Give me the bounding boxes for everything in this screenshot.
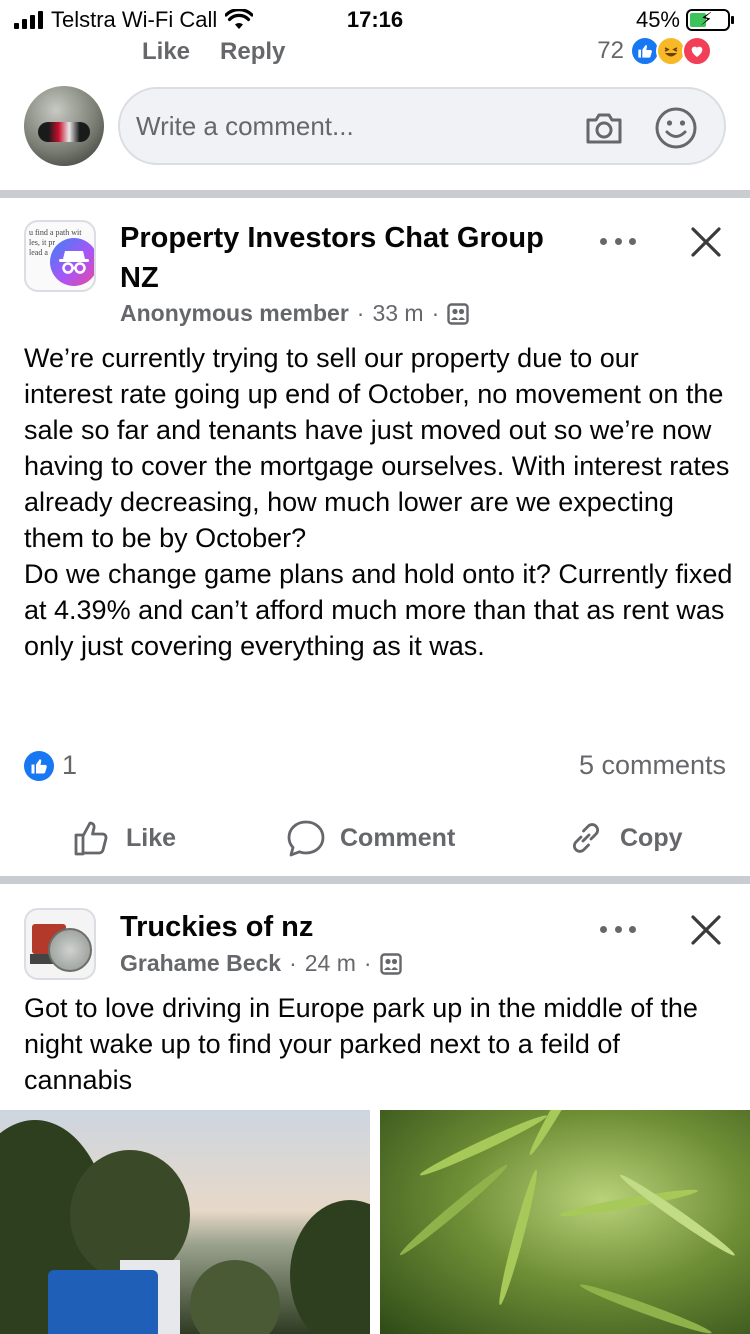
post-body: Got to love driving in Europe park up in… <box>24 993 706 1095</box>
link-icon <box>573 823 599 853</box>
group-avatar[interactable]: u find a path wit les, it pr lead a <box>24 220 96 292</box>
thumbs-up-icon <box>74 821 108 856</box>
post-author[interactable]: Grahame Beck <box>120 950 281 977</box>
status-right: 45% ⚡ <box>635 7 734 33</box>
more-options-icon[interactable] <box>600 238 636 248</box>
group-name[interactable]: Truckies of nz <box>120 907 313 947</box>
leaf-shape <box>495 1168 542 1307</box>
feed-divider <box>0 190 750 198</box>
previous-comment-actions: Like Reply <box>142 38 285 66</box>
comment-button[interactable]: Comment <box>286 808 455 868</box>
close-icon[interactable] <box>689 225 723 259</box>
close-icon[interactable] <box>689 913 723 947</box>
meta-separator: · <box>356 300 365 326</box>
comment-reply-button[interactable]: Reply <box>220 38 285 66</box>
post-stats: 1 5 comments <box>24 750 726 781</box>
post-time[interactable]: 33 m <box>372 300 423 327</box>
comment-bubble-icon <box>287 820 325 857</box>
post-meta: Anonymous member · 33 m · <box>120 300 469 327</box>
love-reaction-icon <box>682 36 712 66</box>
post-time[interactable]: 24 m <box>305 950 356 977</box>
reactions-summary[interactable]: 1 <box>24 750 77 781</box>
meta-separator: · <box>289 950 297 976</box>
comment-input-wrapper[interactable] <box>118 87 726 165</box>
like-reaction-icon <box>24 750 54 781</box>
like-count: 1 <box>62 750 78 780</box>
tree-shape <box>190 1260 280 1334</box>
anonymous-member-icon <box>50 238 94 286</box>
post-photo-cannabis[interactable] <box>380 1110 750 1334</box>
comment-input[interactable] <box>136 110 556 142</box>
group-audience-icon <box>379 952 402 975</box>
copy-label: Copy <box>620 823 683 852</box>
emoji-icon[interactable] <box>654 106 698 150</box>
like-label: Like <box>126 823 177 852</box>
post-author[interactable]: Anonymous member <box>120 300 349 327</box>
group-name[interactable]: Property Investors Chat Group NZ <box>120 218 580 298</box>
battery-percent: 45% <box>635 7 680 32</box>
leaf-shape <box>396 1161 511 1259</box>
leaf-shape <box>617 1170 738 1260</box>
group-avatar[interactable] <box>24 908 96 980</box>
comment-composer <box>24 86 726 166</box>
comment-reactions[interactable]: 72 <box>597 36 712 66</box>
post-photo-truck[interactable] <box>0 1110 370 1334</box>
truck-cab <box>48 1270 158 1334</box>
tree-shape <box>290 1200 370 1334</box>
leaf-shape <box>417 1111 549 1180</box>
leaf-shape <box>578 1280 714 1334</box>
copy-button[interactable]: Copy <box>566 808 683 868</box>
user-avatar[interactable] <box>24 86 104 166</box>
post-action-bar: Like Comment Copy <box>0 808 750 868</box>
comment-count-link[interactable]: 5 comments <box>579 750 726 781</box>
coin-image <box>48 928 92 972</box>
battery-icon: ⚡ <box>686 9 734 31</box>
comment-like-button[interactable]: Like <box>142 38 190 66</box>
feed-divider <box>0 876 750 884</box>
comment-label: Comment <box>340 823 456 852</box>
reaction-count: 72 <box>597 37 624 64</box>
post-body: We’re currently trying to sell our prope… <box>24 343 733 661</box>
charging-bolt-icon: ⚡ <box>700 9 713 29</box>
status-bar: Telstra Wi-Fi Call 17:16 45% ⚡ <box>0 0 750 40</box>
meta-separator: · <box>363 950 372 976</box>
meta-separator: · <box>431 300 440 326</box>
like-button[interactable]: Like <box>72 808 176 868</box>
camera-icon[interactable] <box>582 106 626 150</box>
more-options-icon[interactable] <box>600 926 636 936</box>
post-meta: Grahame Beck · 24 m · <box>120 950 402 977</box>
group-audience-icon <box>447 302 469 325</box>
